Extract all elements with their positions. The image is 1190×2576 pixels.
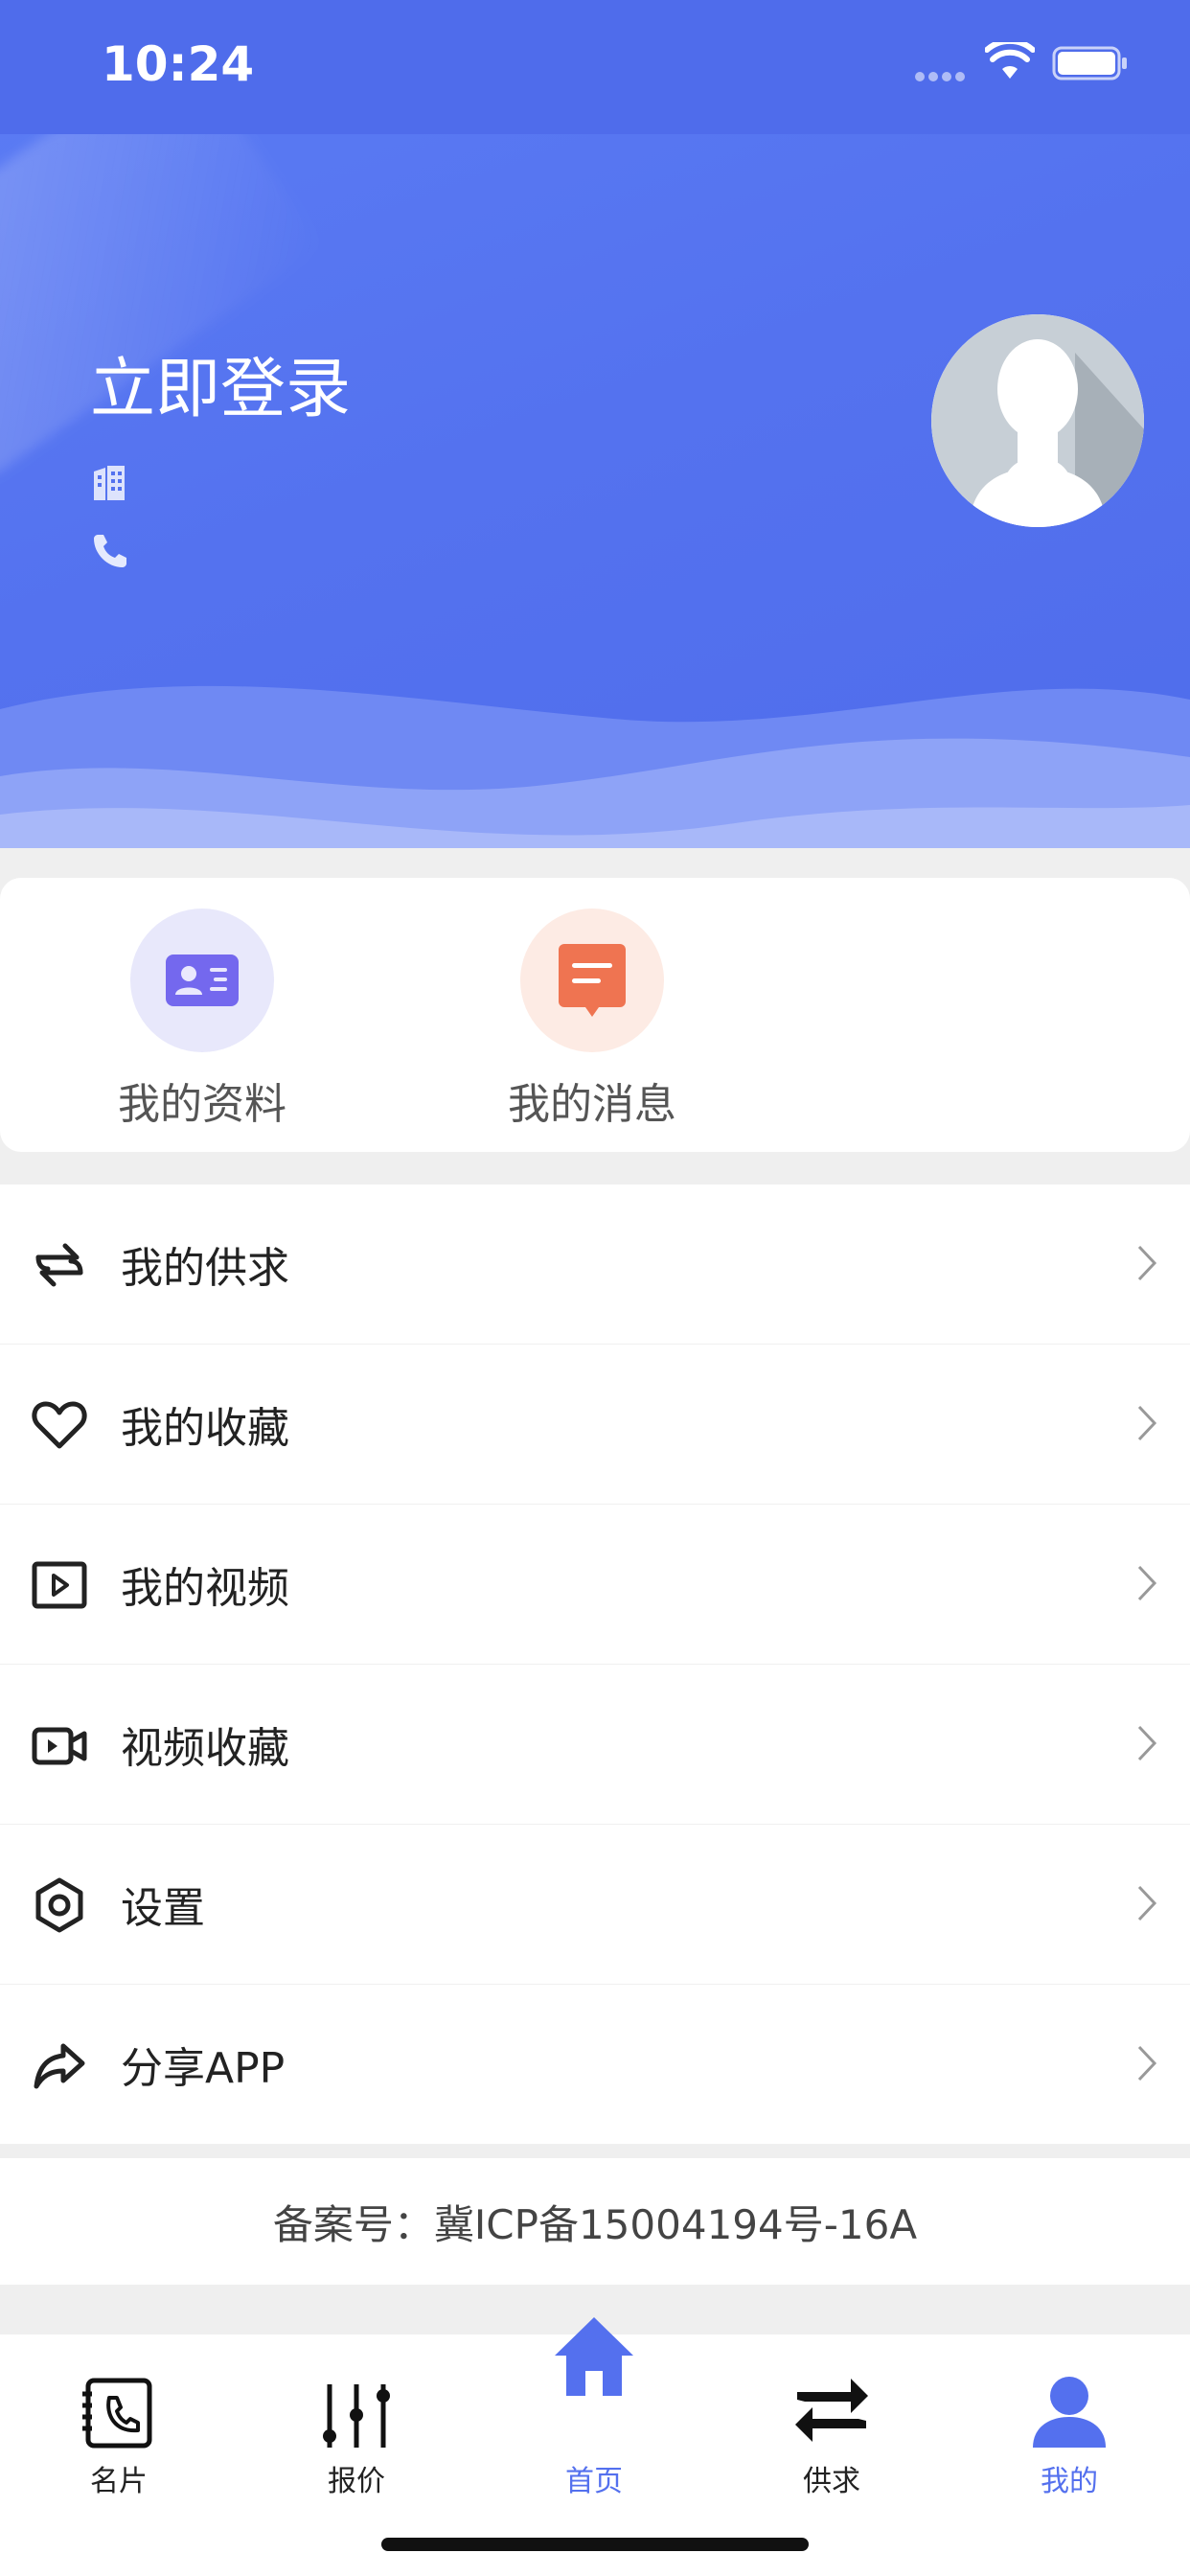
phone-icon bbox=[94, 535, 126, 567]
tab-label: 首页 bbox=[565, 2465, 623, 2498]
id-card-icon bbox=[130, 908, 274, 1052]
tab-quote[interactable]: 报价 bbox=[238, 2334, 475, 2499]
my-messages-shortcut[interactable]: 我的消息 bbox=[487, 908, 698, 1131]
heart-icon bbox=[32, 1401, 87, 1449]
sliders-icon bbox=[323, 2384, 390, 2448]
tab-home[interactable]: 首页 bbox=[475, 2317, 713, 2499]
video-camera-icon bbox=[32, 1727, 87, 1765]
menu-label: 我的供求 bbox=[121, 1244, 289, 1293]
tab-mine[interactable]: 我的 bbox=[950, 2334, 1188, 2499]
menu-list: 我的供求 我的收藏 我的视频 视频收藏 设置 分享APP bbox=[0, 1184, 1190, 2145]
menu-item-settings[interactable]: 设置 bbox=[0, 1825, 1190, 1985]
chevron-right-icon bbox=[1137, 2045, 1157, 2082]
tab-label: 报价 bbox=[328, 2465, 385, 2498]
menu-label: 视频收藏 bbox=[121, 1724, 289, 1773]
menu-item-my-videos[interactable]: 我的视频 bbox=[0, 1505, 1190, 1665]
status-time: 10:24 bbox=[102, 36, 255, 92]
play-icon bbox=[32, 1561, 87, 1609]
home-icon bbox=[555, 2317, 633, 2396]
my-profile-shortcut[interactable]: 我的资料 bbox=[97, 908, 308, 1131]
contact-card-icon bbox=[82, 2378, 152, 2449]
shortcut-label: 我的资料 bbox=[118, 1080, 286, 1129]
tab-label: 供求 bbox=[803, 2465, 860, 2498]
menu-item-share-app[interactable]: 分享APP bbox=[0, 1985, 1190, 2145]
battery-icon bbox=[1052, 46, 1127, 80]
menu-label: 设置 bbox=[121, 1884, 205, 1933]
wave-decoration bbox=[0, 685, 1190, 848]
chevron-right-icon bbox=[1137, 1565, 1157, 1601]
swap-icon bbox=[35, 1243, 83, 1287]
message-icon bbox=[520, 908, 664, 1052]
shortcut-card: 我的资料 我的消息 bbox=[0, 878, 1190, 1152]
tab-supply[interactable]: 供求 bbox=[713, 2334, 950, 2499]
menu-label: 我的视频 bbox=[121, 1564, 289, 1613]
status-bar: 10:24 bbox=[0, 0, 1190, 134]
exchange-icon bbox=[795, 2379, 868, 2442]
default-avatar-icon bbox=[931, 314, 1144, 527]
share-icon bbox=[34, 2043, 85, 2089]
menu-item-my-favorites[interactable]: 我的收藏 bbox=[0, 1345, 1190, 1505]
menu-item-video-favorites[interactable]: 视频收藏 bbox=[0, 1665, 1190, 1825]
home-indicator bbox=[381, 2538, 809, 2551]
chevron-right-icon bbox=[1137, 1405, 1157, 1441]
shortcut-label: 我的消息 bbox=[508, 1080, 676, 1129]
building-icon bbox=[94, 466, 125, 500]
login-button[interactable]: 立即登录 bbox=[90, 335, 351, 430]
menu-label: 我的收藏 bbox=[121, 1404, 289, 1453]
user-icon bbox=[1033, 2377, 1106, 2448]
chevron-right-icon bbox=[1137, 1885, 1157, 1921]
wifi-icon bbox=[985, 42, 1035, 79]
chevron-right-icon bbox=[1137, 1245, 1157, 1281]
cellular-signal-icon bbox=[915, 67, 973, 81]
avatar[interactable] bbox=[931, 314, 1144, 527]
tab-label: 名片 bbox=[90, 2465, 148, 2498]
menu-label: 分享APP bbox=[121, 2044, 286, 2093]
icp-filing-text: 备案号：冀ICP备15004194号-16A bbox=[0, 2158, 1190, 2285]
tab-business-card[interactable]: 名片 bbox=[0, 2334, 238, 2499]
chevron-right-icon bbox=[1137, 1725, 1157, 1761]
settings-hex-icon bbox=[35, 1877, 83, 1933]
tab-label: 我的 bbox=[1041, 2465, 1098, 2498]
menu-item-my-supply[interactable]: 我的供求 bbox=[0, 1184, 1190, 1345]
